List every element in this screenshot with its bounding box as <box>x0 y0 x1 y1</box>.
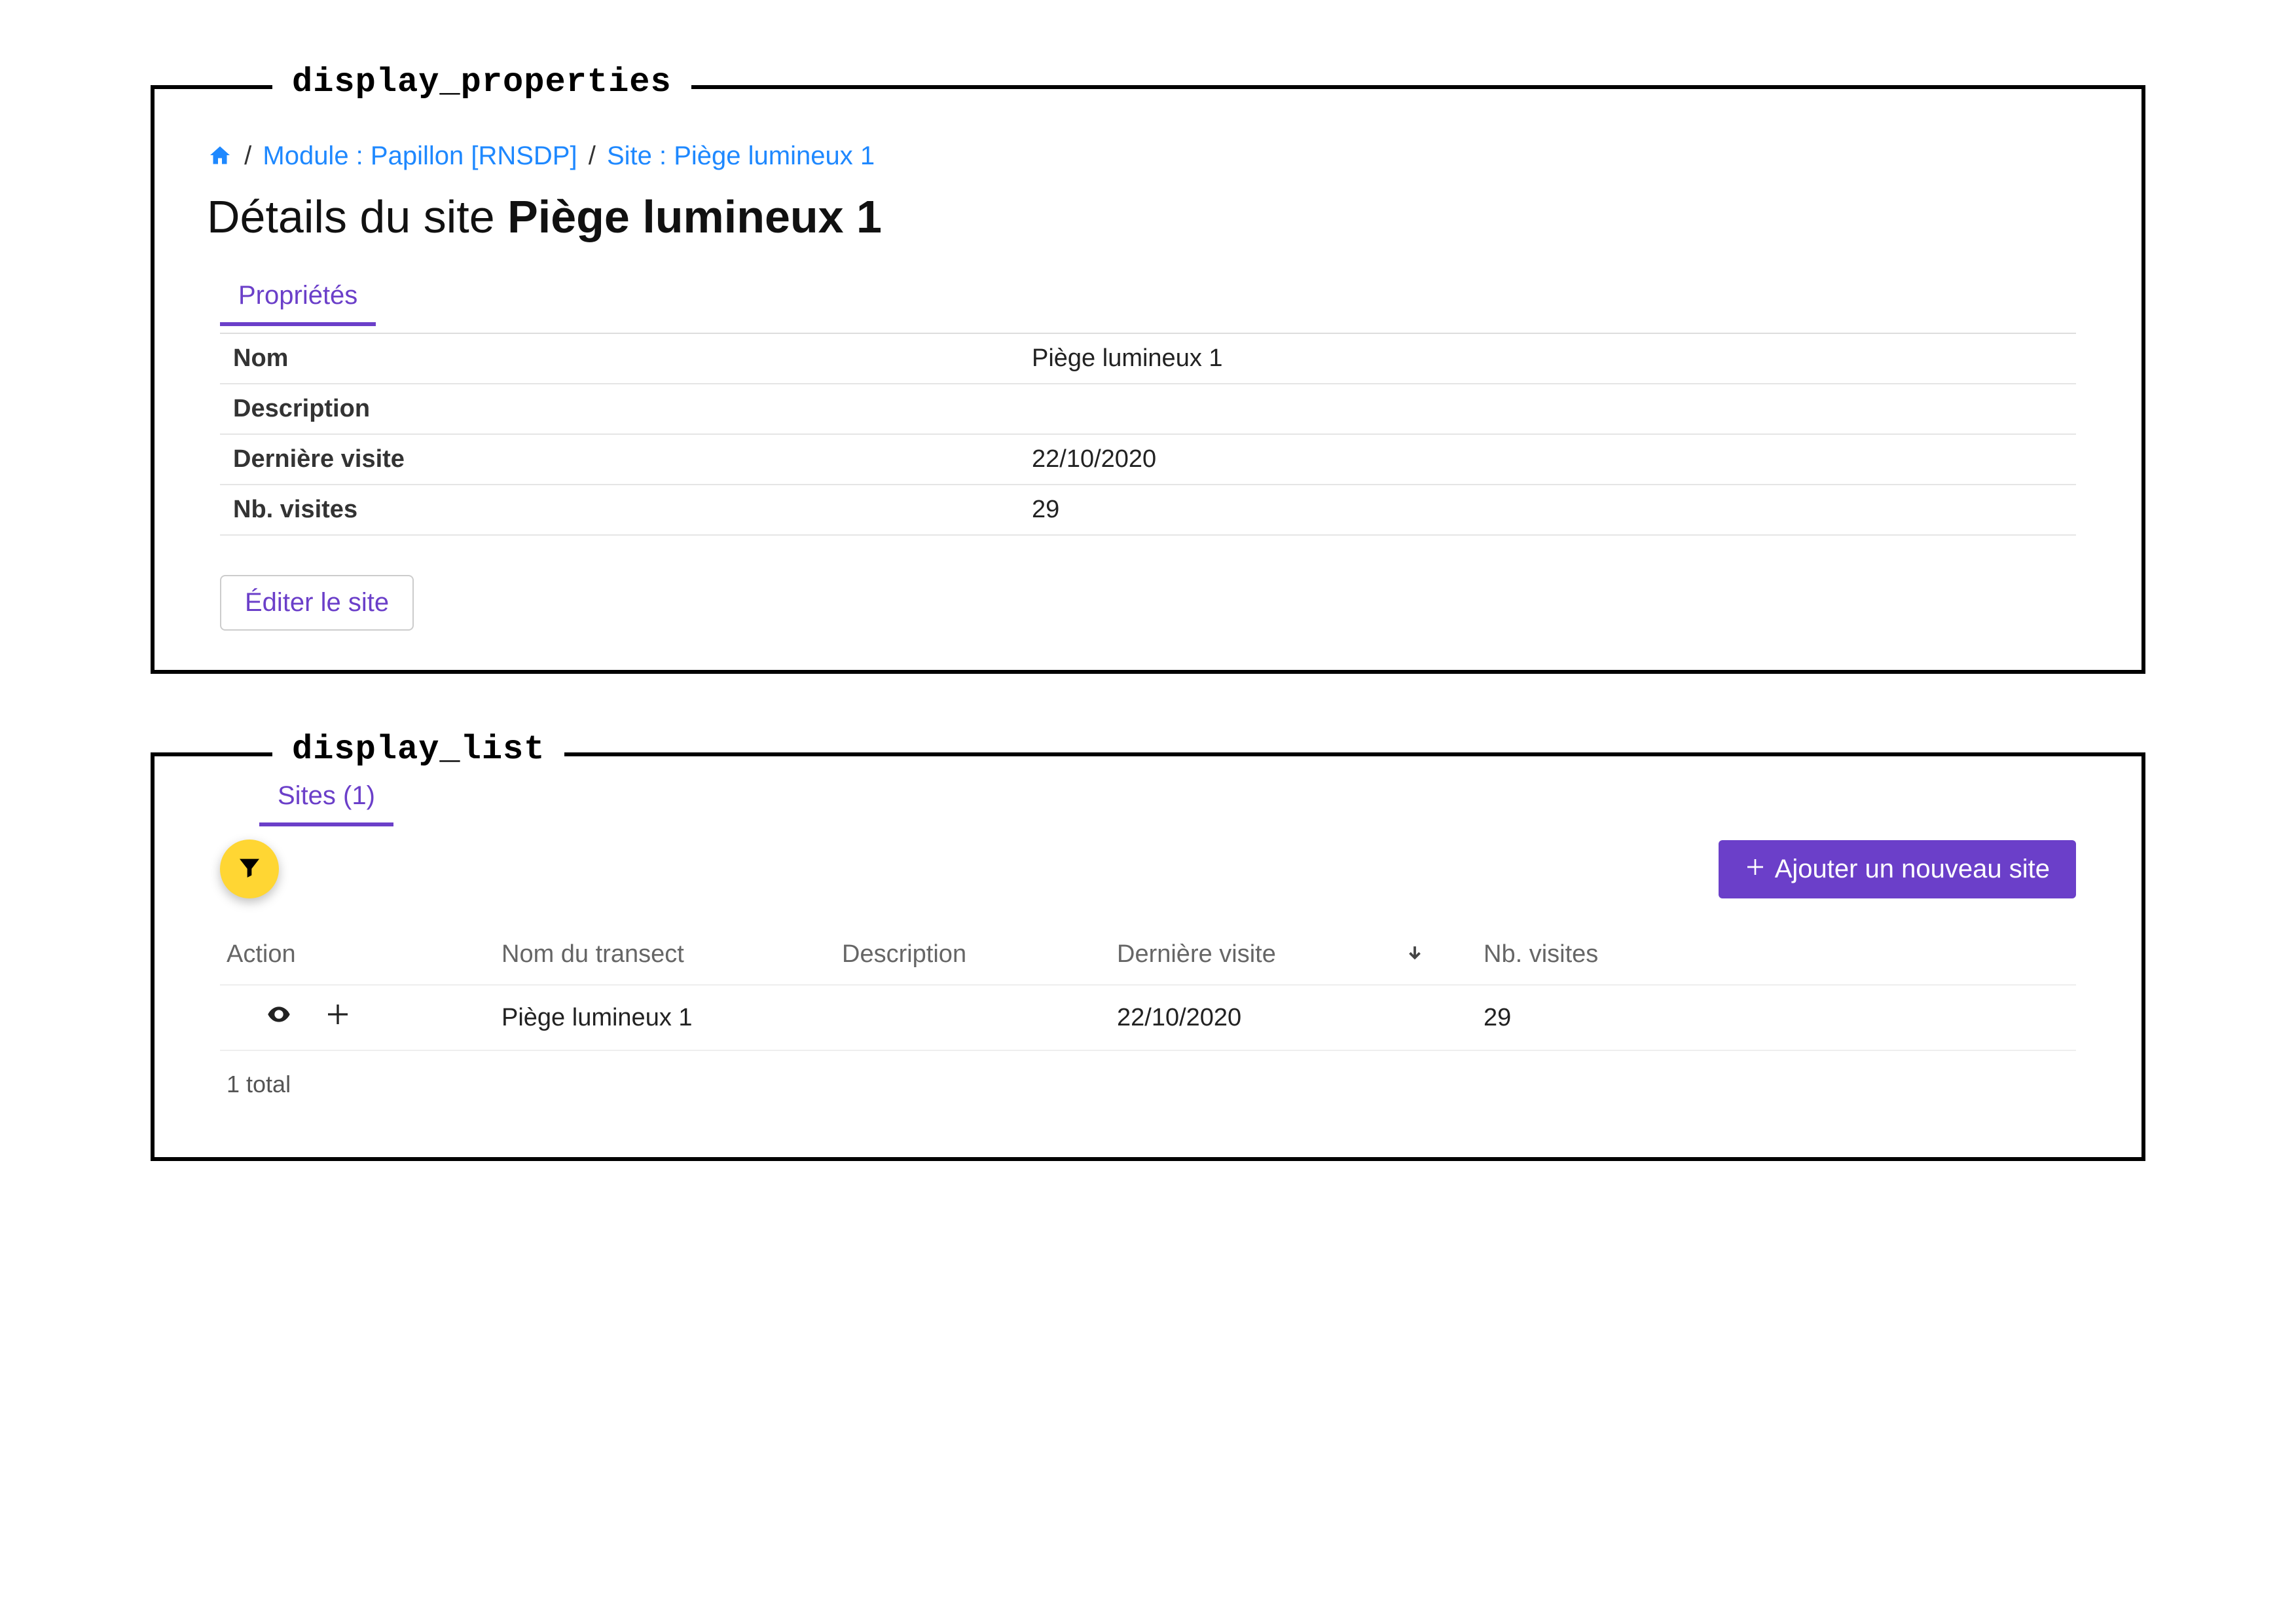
breadcrumb: / Module : Papillon [RNSDP] / Site : Piè… <box>181 122 2115 177</box>
tabs-list: Sites (1) <box>181 769 2115 826</box>
property-label: Nb. visites <box>233 496 1032 524</box>
display-properties-panel: display_properties / Module : Papillon [… <box>151 85 2145 674</box>
col-last-visit[interactable]: Dernière visite <box>1117 940 1405 969</box>
property-label: Dernière visite <box>233 445 1032 473</box>
property-value <box>1032 395 2063 423</box>
col-action: Action <box>227 940 501 969</box>
breadcrumb-site-link[interactable]: Site : Piège lumineux 1 <box>607 141 875 170</box>
cell-name: Piège lumineux 1 <box>501 1004 842 1032</box>
panel-label-list: display_list <box>272 730 564 769</box>
tab-sites[interactable]: Sites (1) <box>259 769 393 826</box>
cell-last-visit: 22/10/2020 <box>1117 1004 1405 1032</box>
plus-icon <box>1745 855 1766 884</box>
property-row: Nom Piège lumineux 1 <box>220 334 2076 384</box>
property-label: Nom <box>233 344 1032 373</box>
edit-site-button[interactable]: Éditer le site <box>220 575 414 631</box>
add-icon[interactable] <box>325 1001 351 1034</box>
tabs-properties: Propriétés <box>181 269 2115 326</box>
row-actions <box>227 1001 501 1034</box>
add-site-button[interactable]: Ajouter un nouveau site <box>1719 840 2076 898</box>
table-header: Action Nom du transect Description Derni… <box>220 925 2076 986</box>
page-title: Détails du site Piège lumineux 1 <box>181 177 2115 269</box>
breadcrumb-sep: / <box>585 141 600 170</box>
col-nb-visits[interactable]: Nb. visites <box>1484 940 1745 969</box>
breadcrumb-sep: / <box>240 141 255 170</box>
properties-table: Nom Piège lumineux 1 Description Dernièr… <box>220 333 2076 536</box>
cell-nb-visits: 29 <box>1484 1004 1745 1032</box>
col-name[interactable]: Nom du transect <box>501 940 842 969</box>
home-icon[interactable] <box>207 141 240 170</box>
list-toolbar: Ajouter un nouveau site <box>181 826 2115 905</box>
filter-icon <box>236 855 263 884</box>
property-row: Dernière visite 22/10/2020 <box>220 435 2076 485</box>
table-row: Piège lumineux 1 22/10/2020 29 <box>220 986 2076 1051</box>
tab-properties[interactable]: Propriétés <box>220 269 376 326</box>
table-footer-count: 1 total <box>181 1051 2115 1118</box>
filter-button[interactable] <box>220 840 279 898</box>
property-label: Description <box>233 395 1032 423</box>
property-value: 29 <box>1032 496 2063 524</box>
property-row: Nb. visites 29 <box>220 485 2076 536</box>
property-value: Piège lumineux 1 <box>1032 344 2063 373</box>
col-description[interactable]: Description <box>842 940 1117 969</box>
panel-label-properties: display_properties <box>272 63 691 101</box>
property-value: 22/10/2020 <box>1032 445 2063 473</box>
display-list-panel: display_list Sites (1) Ajouter un nouvea… <box>151 752 2145 1161</box>
breadcrumb-module-link[interactable]: Module : Papillon [RNSDP] <box>263 141 577 170</box>
add-site-label: Ajouter un nouveau site <box>1775 855 2050 884</box>
page-title-main: Piège lumineux 1 <box>507 191 882 242</box>
sites-table: Action Nom du transect Description Derni… <box>220 925 2076 1051</box>
property-row: Description <box>220 384 2076 435</box>
sort-desc-icon[interactable] <box>1405 940 1484 969</box>
view-icon[interactable] <box>266 1001 292 1034</box>
page-title-prefix: Détails du site <box>207 191 507 242</box>
